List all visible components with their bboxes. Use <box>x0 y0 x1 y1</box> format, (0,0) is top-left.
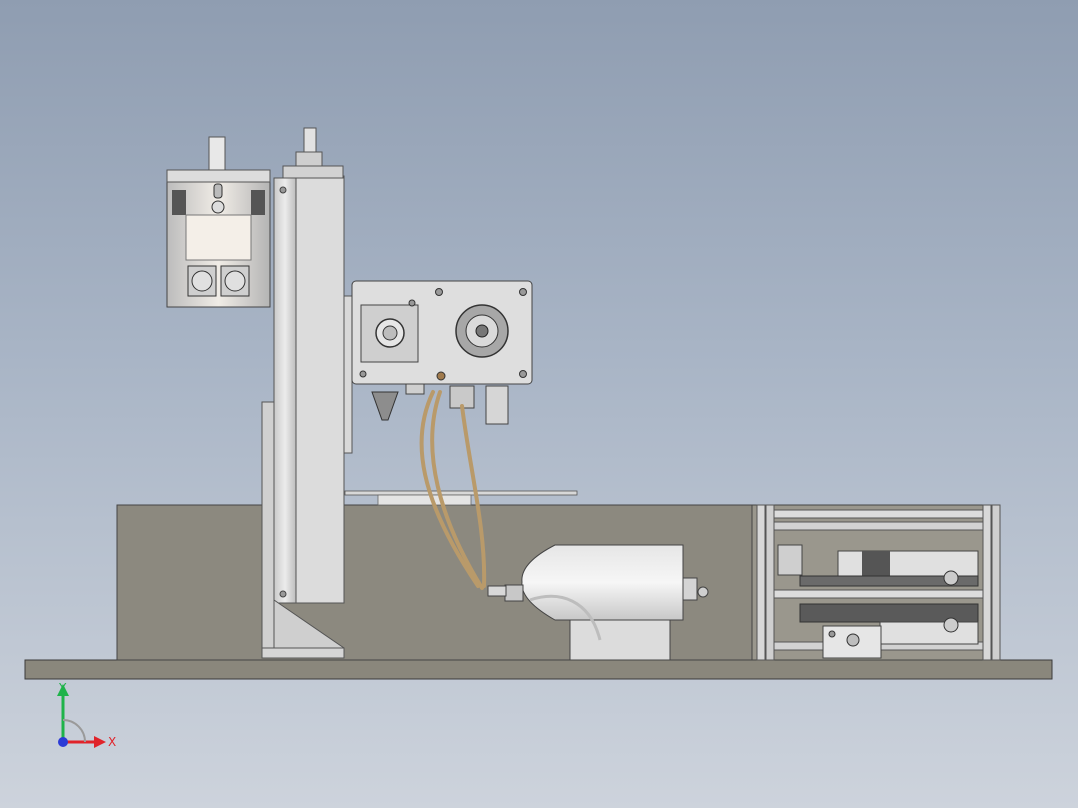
y-axis-label: Y <box>58 681 67 695</box>
base-plate[interactable] <box>24 659 1053 680</box>
coordinate-triad: Y X <box>57 681 116 749</box>
vertical-column[interactable] <box>261 127 345 659</box>
assembly-model[interactable] <box>0 0 1078 808</box>
cad-viewport[interactable]: Y X <box>0 0 1078 808</box>
linear-module[interactable] <box>751 504 1001 661</box>
cutter-tool <box>371 391 399 421</box>
x-axis-label: X <box>108 735 116 749</box>
servo-motor[interactable] <box>166 136 271 308</box>
spindle-head[interactable] <box>343 280 533 454</box>
slide-bar <box>344 490 578 496</box>
